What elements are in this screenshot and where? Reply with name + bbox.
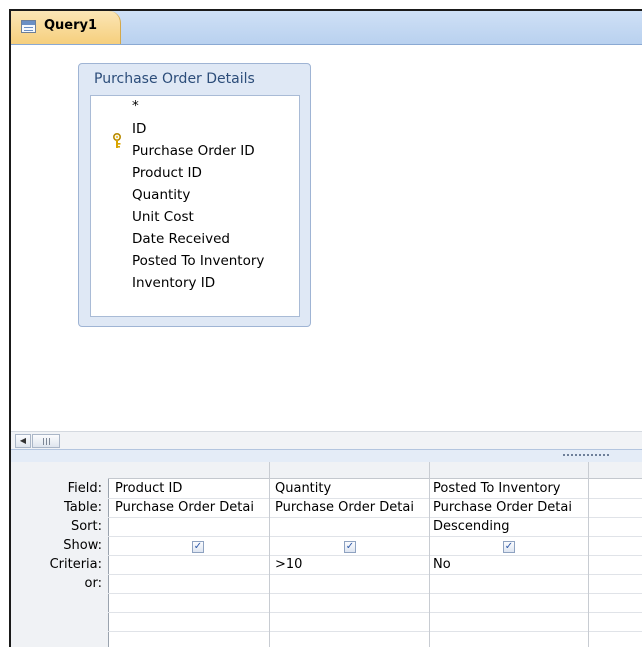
grid-row-line [108, 612, 642, 613]
field-item-posted-to-inventory[interactable]: Posted To Inventory [132, 253, 264, 269]
column-separator[interactable] [588, 462, 589, 647]
primary-key-icon [113, 133, 121, 148]
design-grid: Field: Table: Sort: Show: Criteria: or: … [11, 462, 642, 647]
grid-row-line [108, 498, 642, 499]
field-item-purchase-order-id[interactable]: Purchase Order ID [132, 143, 255, 159]
sort-cell-col3[interactable]: Descending [433, 519, 586, 534]
grid-row-line [108, 631, 642, 632]
field-item-all[interactable]: * [132, 98, 139, 114]
splitter-grip-icon[interactable] [563, 454, 611, 456]
row-label-sort: Sort: [70, 519, 102, 534]
field-item-product-id[interactable]: Product ID [132, 165, 202, 181]
row-label-field: Field: [67, 481, 102, 496]
grid-row-line [108, 555, 642, 556]
column-selector-bar[interactable] [108, 462, 642, 479]
grid-row-line [108, 574, 642, 575]
field-list-window[interactable]: Purchase Order Details * ID Purchase Ord… [78, 63, 311, 327]
field-item-unit-cost[interactable]: Unit Cost [132, 209, 194, 225]
show-checkbox-col2[interactable]: ✓ [344, 541, 356, 553]
column-separator[interactable] [429, 462, 430, 647]
field-list: * ID Purchase Order ID Product ID Quanti… [90, 95, 300, 317]
scroll-left-icon[interactable]: ◀ [15, 434, 31, 448]
grid-row-line [108, 593, 642, 594]
field-item-id[interactable]: ID [132, 121, 146, 137]
document-tab-strip: Query1 [11, 11, 642, 45]
row-label-show: Show: [63, 538, 102, 553]
column-separator[interactable] [269, 462, 270, 647]
criteria-cell-col2[interactable]: >10 [275, 557, 427, 572]
field-cell-col2[interactable]: Quantity [275, 481, 427, 496]
query-designer-window: Query1 Purchase Order Details * ID Purch… [9, 9, 642, 647]
show-checkbox-col3[interactable]: ✓ [503, 541, 515, 553]
table-cell-col2[interactable]: Purchase Order Detai [275, 500, 427, 515]
grid-row-line [108, 536, 642, 537]
field-item-date-received[interactable]: Date Received [132, 231, 230, 247]
row-labels: Field: Table: Sort: Show: Criteria: or: [11, 462, 109, 647]
field-item-inventory-id[interactable]: Inventory ID [132, 275, 215, 291]
show-checkbox-col1[interactable]: ✓ [192, 541, 204, 553]
pane-splitter[interactable] [11, 449, 642, 463]
row-label-criteria: Criteria: [49, 557, 102, 572]
horizontal-scrollbar[interactable]: ◀ [11, 431, 642, 450]
table-cell-col3[interactable]: Purchase Order Detai [433, 500, 586, 515]
field-item-quantity[interactable]: Quantity [132, 187, 190, 203]
query-icon [21, 20, 36, 33]
scroll-thumb[interactable] [32, 434, 60, 448]
field-cell-col1[interactable]: Product ID [115, 481, 267, 496]
criteria-cell-col3[interactable]: No [433, 557, 586, 572]
row-label-table: Table: [64, 500, 102, 515]
table-pane: Purchase Order Details * ID Purchase Ord… [11, 45, 642, 431]
row-label-or: or: [84, 576, 102, 591]
table-title: Purchase Order Details [94, 71, 255, 87]
grid-row-line [108, 517, 642, 518]
field-cell-col3[interactable]: Posted To Inventory [433, 481, 586, 496]
tab-label: Query1 [44, 18, 98, 33]
table-cell-col1[interactable]: Purchase Order Detai [115, 500, 267, 515]
tab-query1[interactable]: Query1 [11, 11, 121, 44]
